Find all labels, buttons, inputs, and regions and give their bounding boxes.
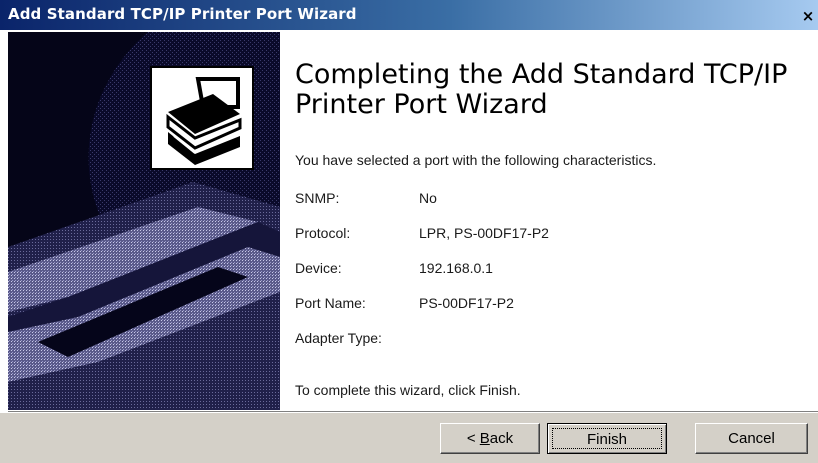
property-value: 192.168.0.1 (419, 260, 493, 276)
cancel-button[interactable]: Cancel (695, 423, 808, 454)
property-value: No (419, 190, 437, 206)
back-button-prefix: < (466, 430, 480, 447)
back-button-rest: ack (489, 430, 514, 447)
button-bar: < Back Finish Cancel (0, 413, 818, 463)
close-icon[interactable]: × (798, 7, 818, 27)
property-value: LPR, PS-00DF17-P2 (419, 225, 549, 241)
wizard-window: Add Standard TCP/IP Printer Port Wizard … (0, 0, 818, 463)
property-label: SNMP: (295, 190, 340, 206)
wizard-content: Completing the Add Standard TCP/IP Print… (281, 32, 818, 410)
banner-graphic (8, 32, 280, 410)
property-label: Device: (295, 260, 342, 276)
intro-text: You have selected a port with the follow… (295, 152, 657, 168)
window-title: Add Standard TCP/IP Printer Port Wizard (8, 5, 357, 23)
page-title: Completing the Add Standard TCP/IP Print… (295, 59, 788, 120)
finish-instruction: To complete this wizard, click Finish. (295, 382, 521, 398)
title-bar[interactable]: Add Standard TCP/IP Printer Port Wizard … (0, 0, 818, 30)
property-label: Port Name: (295, 295, 366, 311)
property-value: PS-00DF17-P2 (419, 295, 514, 311)
property-label: Adapter Type: (295, 330, 382, 346)
finish-button[interactable]: Finish (547, 423, 667, 454)
property-label: Protocol: (295, 225, 351, 241)
wizard-banner (8, 32, 280, 410)
back-button[interactable]: < Back (440, 423, 540, 454)
finish-button-label: Finish (552, 428, 662, 449)
back-button-accel: B (479, 430, 490, 447)
